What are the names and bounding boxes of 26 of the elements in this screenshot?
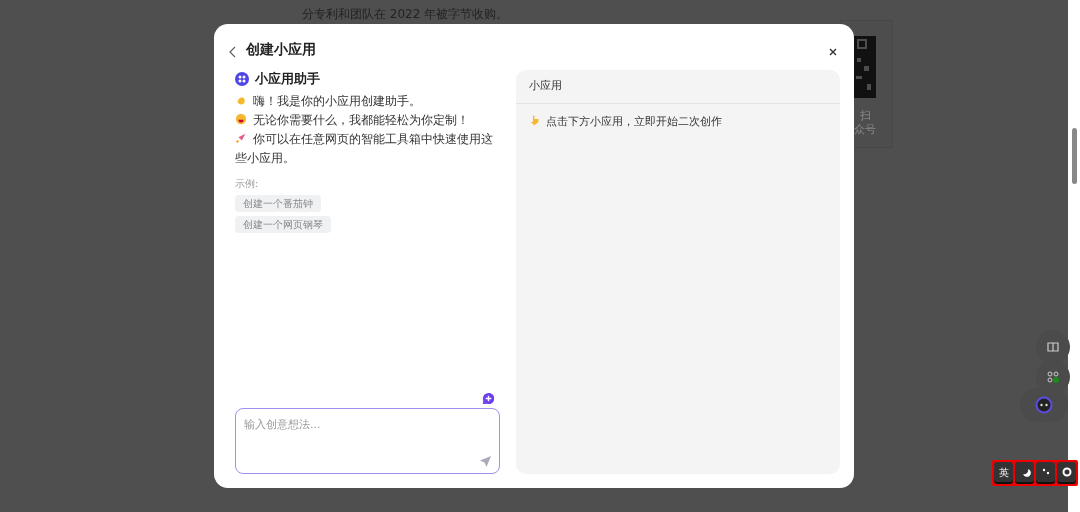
assistant-name: 小应用助手 xyxy=(255,70,320,88)
book-icon xyxy=(1046,340,1060,354)
example-chip[interactable]: 创建一个番茄钟 xyxy=(235,194,321,212)
message-line: 无论你需要什么，我都能轻松为你定制！ xyxy=(235,110,500,130)
floating-button[interactable] xyxy=(1036,330,1070,364)
panel-hint: 点击下方小应用，立即开始二次创作 xyxy=(516,103,840,139)
rocket-icon xyxy=(235,131,247,144)
example-chip[interactable]: 创建一个网页钢琴 xyxy=(235,215,331,233)
examples-label: 示例: xyxy=(235,176,260,191)
toolbar-key[interactable] xyxy=(1015,462,1034,482)
pointing-down-icon xyxy=(529,114,540,126)
new-chat-button[interactable] xyxy=(482,391,496,405)
language-key[interactable]: 英 xyxy=(994,462,1013,482)
message-line: 嗨！我是你的小应用创建助手。 xyxy=(235,91,500,111)
toolbar-key[interactable] xyxy=(1036,462,1055,482)
dialog-title: 创建小应用 xyxy=(246,39,316,59)
message-line: 你可以在任意网页的智能工具箱中快速使用这些小应用。 xyxy=(235,130,494,167)
idea-input-field[interactable]: 输入创意想法... xyxy=(235,408,500,474)
panel-title: 小应用 xyxy=(516,70,840,104)
scrollbar-thumb[interactable] xyxy=(1072,128,1077,184)
apps-icon xyxy=(1046,370,1060,384)
grinning-face-icon xyxy=(235,112,247,125)
assistant-logo-icon xyxy=(235,72,249,87)
robot-face-icon xyxy=(1035,396,1053,414)
settings-icon xyxy=(1060,466,1073,478)
toolbar-key[interactable] xyxy=(1057,462,1076,482)
